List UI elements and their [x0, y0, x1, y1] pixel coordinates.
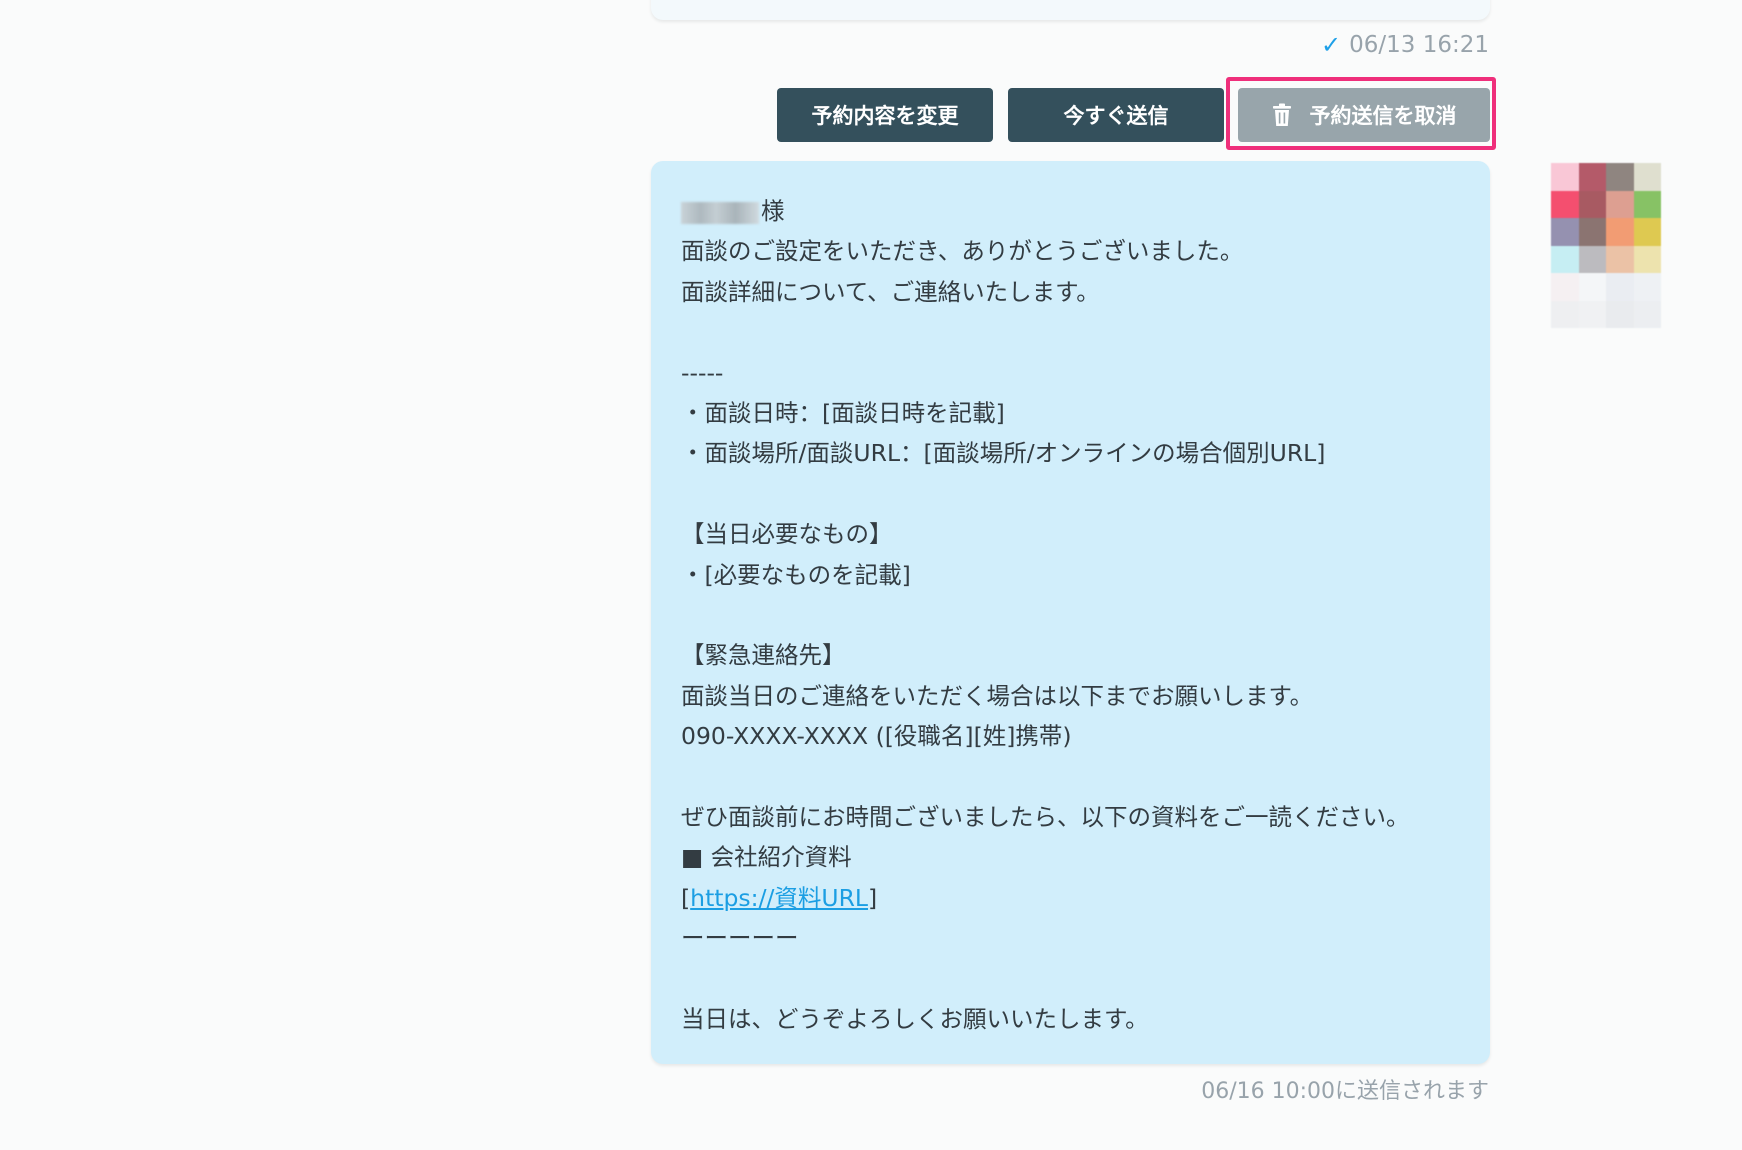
message-line: 【当日必要なもの】 — [681, 520, 893, 549]
message-line: 090-XXXX-XXXX ([役職名][姓]携帯) — [681, 722, 1072, 751]
cancel-schedule-label: 予約送信を取消 — [1309, 104, 1457, 128]
cancel-schedule-button[interactable]: 予約送信を取消 — [1238, 88, 1490, 142]
scheduled-message-bubble: 様 面談のご設定をいただき、ありがとうございました。 面談詳細について、ご連絡い… — [651, 161, 1490, 1064]
checkmark-icon: ✓ — [1321, 31, 1342, 59]
avatar — [1551, 163, 1662, 329]
message-link-line: [https://資料URL] — [681, 883, 878, 912]
scheduled-send-note: 06/16 10:00に送信されます — [1201, 1079, 1489, 1104]
trash-icon — [1272, 103, 1291, 126]
message-line: 当日は、どうぞよろしくお願いいたします。 — [681, 1004, 1149, 1033]
message-line: ----- — [681, 358, 724, 387]
scheduled-actions: 予約内容を変更 今すぐ送信 — [777, 88, 1224, 142]
message-line: ・[必要なものを記載] — [681, 560, 911, 589]
recipient-name-redacted — [681, 201, 759, 224]
message-greeting: 様 — [681, 191, 1462, 231]
chat-area: ✓ 06/13 16:21 予約内容を変更 今すぐ送信 予約送信を取消 様 面談… — [0, 0, 1742, 1150]
message-line: 【緊急連絡先】 — [681, 641, 846, 670]
message-line: ・面談場所/面談URL：[面談場所/オンラインの場合個別URL] — [681, 439, 1326, 468]
document-url-link[interactable]: https://資料URL — [690, 884, 868, 912]
send-now-button[interactable]: 今すぐ送信 — [1008, 88, 1224, 142]
message-line: ーーーーー — [681, 924, 799, 953]
message-line: 面談当日のご連絡をいただく場合は以下までお願いします。 — [681, 681, 1314, 710]
message-line: 面談詳細について、ご連絡いたします。 — [681, 277, 1100, 306]
message-line: 面談のご設定をいただき、ありがとうございました。 — [681, 237, 1244, 266]
read-timestamp: 06/13 16:21 — [1349, 32, 1489, 58]
change-schedule-button[interactable]: 予約内容を変更 — [777, 88, 993, 142]
message-line: ■ 会社紹介資料 — [681, 843, 852, 872]
message-line: ぜひ面談前にお時間ございましたら、以下の資料をご一読ください。 — [681, 802, 1410, 831]
read-status: ✓ 06/13 16:21 — [1321, 30, 1489, 60]
message-line: ・面談日時：[面談日時を記載] — [681, 398, 1005, 427]
previous-message-bubble — [651, 0, 1490, 20]
